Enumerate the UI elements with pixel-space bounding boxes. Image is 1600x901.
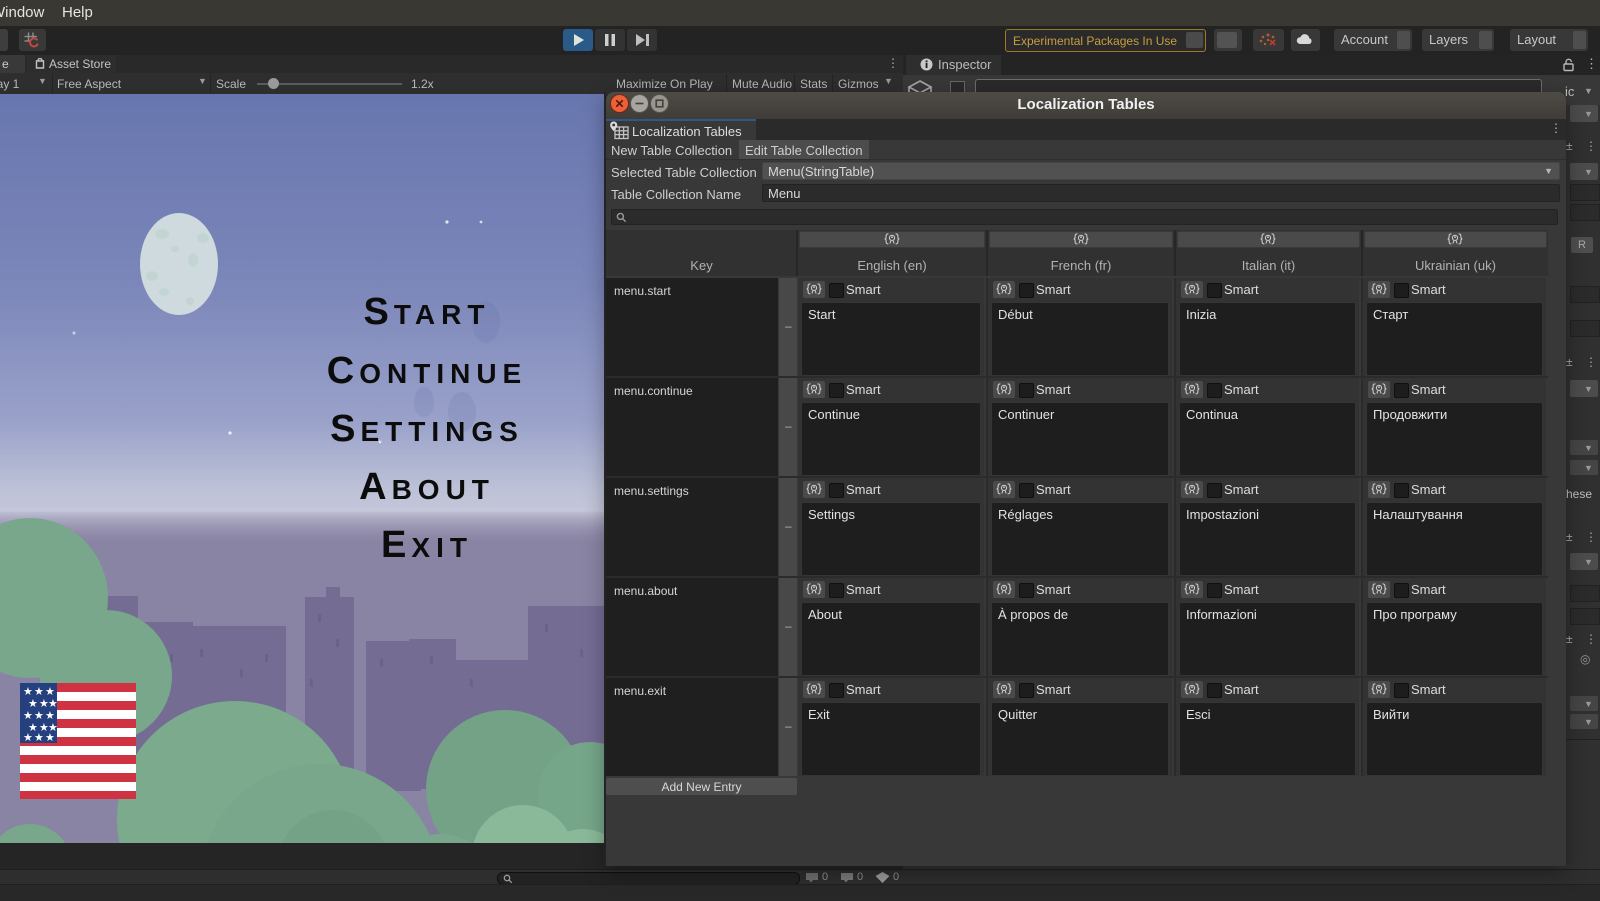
svg-text:★: ★ [34,686,44,698]
svg-text:★: ★ [45,686,55,698]
svg-text:★: ★ [45,710,55,722]
svg-text:★: ★ [34,732,44,744]
svg-text:★: ★ [48,698,58,710]
svg-text:★: ★ [23,732,33,744]
svg-text:★: ★ [28,698,38,710]
svg-text:★: ★ [45,732,55,744]
svg-text:★: ★ [23,710,33,722]
svg-text:★: ★ [34,710,44,722]
svg-text:★: ★ [23,686,33,698]
